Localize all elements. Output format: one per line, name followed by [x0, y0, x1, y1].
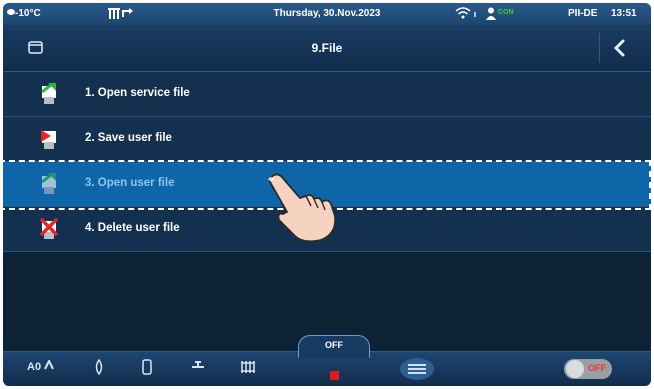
tank-icon — [142, 359, 152, 375]
device-frame: -10°C Thursday, 30.Nov.2023 CON PII-DE 1… — [0, 0, 654, 389]
power-toggle[interactable]: OFF — [564, 359, 612, 379]
menu-item-label: 1. Open service file — [85, 87, 190, 99]
menu-item-open-service-file[interactable]: 1. Open service file — [3, 72, 651, 117]
mode-button[interactable]: A0 — [27, 358, 55, 373]
open-service-file-icon — [39, 82, 59, 106]
toggle-state-label: OFF — [588, 363, 606, 373]
menu-item-label: 3. Open user file — [85, 177, 175, 189]
hamburger-menu-icon — [400, 358, 434, 380]
date: Thursday, 30.Nov.2023 — [273, 8, 381, 19]
user-icon — [486, 7, 496, 23]
valve-button[interactable] — [191, 360, 205, 377]
radiator-icon — [241, 361, 255, 373]
connection-status: CON — [498, 9, 514, 16]
signal-icon — [473, 7, 479, 22]
status-bar: -10°C Thursday, 30.Nov.2023 CON PII-DE 1… — [3, 3, 651, 25]
page-title: 9.File — [311, 41, 343, 55]
tank-button[interactable] — [141, 359, 153, 378]
burner-icon — [44, 358, 55, 370]
menu-item-label: 4. Delete user file — [85, 222, 180, 234]
valve-icon — [192, 361, 204, 368]
delete-user-file-icon — [39, 217, 59, 241]
mode-label: A0 — [27, 361, 42, 373]
wifi-icon — [455, 7, 471, 22]
clock: 13:51 — [611, 8, 637, 19]
stop-icon — [330, 371, 339, 380]
radiator-button[interactable] — [240, 359, 256, 378]
chevron-left-icon — [600, 39, 640, 67]
flame-button[interactable] — [93, 358, 105, 378]
off-status-tab[interactable]: OFF — [298, 335, 370, 358]
off-label: OFF — [325, 340, 343, 350]
flame-icon — [95, 358, 103, 376]
title-bar: 9.File — [3, 25, 651, 72]
back-button[interactable] — [599, 33, 640, 63]
pointing-hand-icon — [265, 172, 343, 249]
menu-item-save-user-file[interactable]: 2. Save user file — [3, 117, 651, 162]
menu-button[interactable] — [398, 357, 436, 381]
language-indicator[interactable]: PII-DE — [568, 8, 597, 19]
toggle-knob — [566, 360, 584, 378]
open-user-file-icon — [39, 172, 59, 196]
save-user-file-icon — [39, 127, 59, 151]
menu-item-label: 2. Save user file — [85, 132, 172, 144]
